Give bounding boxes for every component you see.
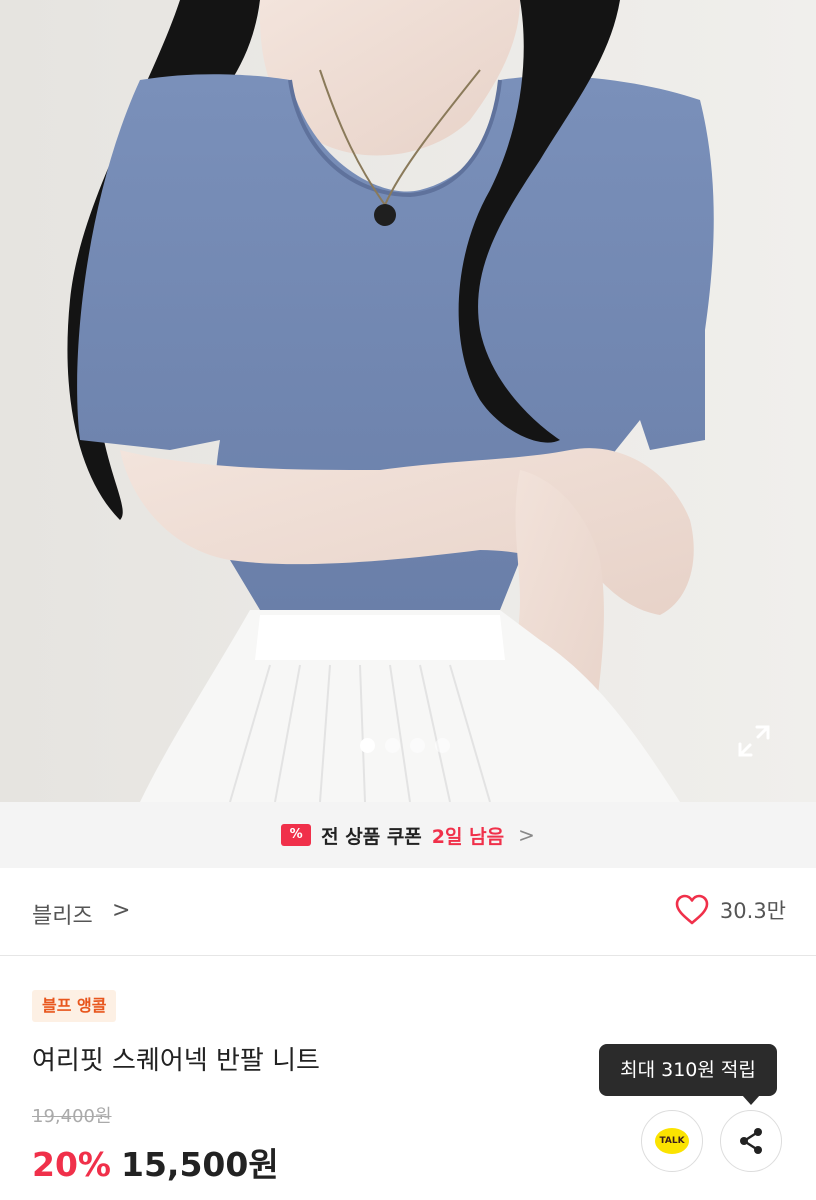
share-icon bbox=[740, 1128, 762, 1154]
carousel-dot-4[interactable] bbox=[435, 738, 450, 753]
chevron-right-icon: > bbox=[518, 823, 535, 847]
share-button[interactable] bbox=[720, 1110, 782, 1172]
discount-rate: 20% bbox=[32, 1145, 111, 1184]
promo-badge: 블프 앵콜 bbox=[32, 990, 117, 1022]
coupon-label: 전 상품 쿠폰 bbox=[321, 825, 422, 848]
carousel-dot-3[interactable] bbox=[410, 738, 425, 753]
heart-icon bbox=[675, 894, 709, 925]
chevron-right-icon: > bbox=[112, 898, 131, 923]
store-row: 블리즈 > 30.3만 bbox=[0, 868, 816, 956]
product-photo bbox=[0, 0, 816, 802]
like-button[interactable]: 30.3만 bbox=[674, 894, 786, 926]
product-title: 여리핏 스퀘어넥 반팔 니트 bbox=[32, 1046, 320, 1076]
coupon-icon: % bbox=[281, 824, 312, 846]
store-name-link[interactable]: 블리즈 bbox=[32, 898, 93, 930]
carousel-indicator bbox=[360, 738, 450, 753]
tooltip-arrow bbox=[742, 1095, 760, 1105]
original-price: 19,400원 bbox=[32, 1106, 112, 1127]
like-count: 30.3만 bbox=[719, 899, 786, 923]
carousel-dot-1[interactable] bbox=[360, 738, 375, 753]
product-image-carousel[interactable] bbox=[0, 0, 816, 802]
sale-price: 15,500원 bbox=[121, 1145, 279, 1184]
kakao-talk-button[interactable]: TALK bbox=[641, 1110, 703, 1172]
carousel-dot-2[interactable] bbox=[385, 738, 400, 753]
price-row: 20% 15,500원 bbox=[32, 1138, 279, 1186]
kakao-talk-icon: TALK bbox=[655, 1128, 689, 1154]
coupon-remaining: 2일 남음 bbox=[431, 825, 505, 848]
coupon-banner[interactable]: % 전 상품 쿠폰 2일 남음 > bbox=[0, 802, 816, 868]
reward-tooltip: 최대 310원 적립 bbox=[599, 1044, 777, 1096]
coupon-icon-symbol: % bbox=[289, 827, 303, 842]
expand-icon[interactable] bbox=[737, 724, 771, 758]
kakao-talk-label: TALK bbox=[659, 1136, 685, 1146]
